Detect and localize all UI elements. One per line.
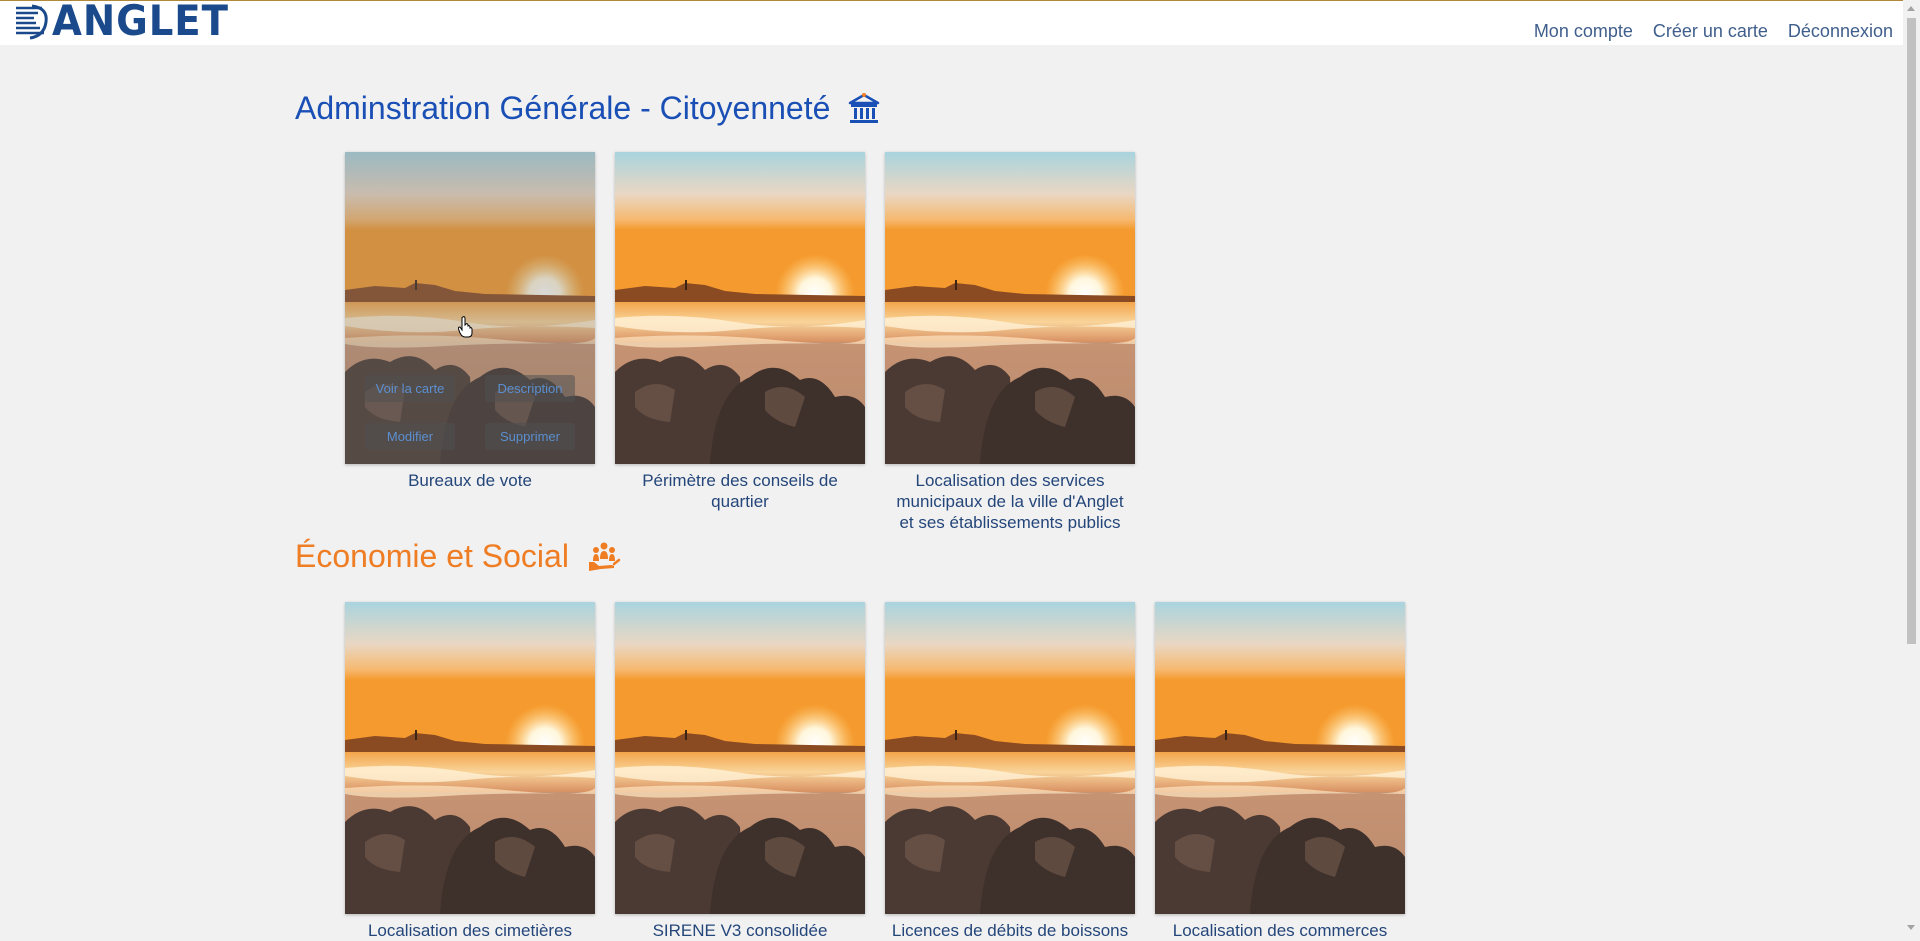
logo[interactable]: ANGLET — [12, 0, 244, 45]
community-hand-icon — [587, 540, 621, 574]
scrollbar-thumb[interactable] — [1907, 18, 1916, 644]
map-thumbnail[interactable] — [1155, 602, 1405, 914]
map-thumbnail[interactable]: Voir la carte Description Modifier Suppr… — [345, 152, 595, 464]
nav-my-account[interactable]: Mon compte — [1534, 21, 1633, 42]
map-thumbnail[interactable] — [885, 152, 1135, 464]
edit-button[interactable]: Modifier — [365, 423, 455, 450]
top-bar: ANGLET Mon compte Créer un carte Déconne… — [0, 0, 1920, 45]
description-button[interactable]: Description — [485, 375, 575, 402]
scroll-up-icon[interactable] — [1907, 6, 1915, 11]
scroll-down-icon[interactable] — [1907, 925, 1915, 930]
map-thumbnail[interactable] — [615, 602, 865, 914]
map-card-caption: SIRENE V3 consolidée — [652, 921, 828, 940]
view-map-button[interactable]: Voir la carte — [365, 375, 455, 402]
map-card-commerces[interactable]: Localisation des commerces — [1155, 602, 1405, 941]
map-card-conseils-de-quartier[interactable]: Périmètre des conseils de quartier — [615, 152, 865, 512]
government-building-icon — [848, 92, 880, 126]
map-thumbnail[interactable] — [615, 152, 865, 464]
map-card-caption: Bureaux de vote — [408, 471, 532, 490]
delete-button[interactable]: Supprimer — [485, 423, 575, 450]
map-card-licences-debits-boissons[interactable]: Licences de débits de boissons — [885, 602, 1135, 941]
section-title-text: Adminstration Générale - Citoyenneté — [295, 90, 831, 126]
section-title-administration: Adminstration Générale - Citoyenneté — [295, 90, 880, 127]
logo-text: ANGLET — [52, 0, 229, 45]
nav-logout[interactable]: Déconnexion — [1788, 21, 1893, 42]
map-card-caption: Périmètre des conseils de quartier — [642, 471, 838, 511]
logo-emblem-icon — [14, 4, 48, 40]
hand-pointer-icon — [458, 316, 473, 338]
map-card-cimetieres[interactable]: Localisation des cimetières — [345, 602, 595, 941]
map-card-caption: Localisation des cimetières — [367, 921, 573, 940]
map-card-sirene[interactable]: SIRENE V3 consolidée — [615, 602, 865, 941]
map-card-caption: Localisation des commerces — [1172, 921, 1388, 940]
map-card-caption: Licences de débits de boissons — [891, 921, 1129, 940]
vertical-scrollbar[interactable] — [1903, 0, 1920, 936]
map-card-services-municipaux[interactable]: Localisation des services municipaux de … — [885, 152, 1135, 533]
map-card-caption: Localisation des services municipaux de … — [896, 471, 1124, 532]
map-thumbnail[interactable] — [885, 602, 1135, 914]
card-actions-overlay: Voir la carte Description Modifier Suppr… — [345, 152, 595, 464]
section-title-economie-social: Économie et Social — [295, 538, 621, 575]
section-title-text: Économie et Social — [295, 538, 569, 574]
top-navigation: Mon compte Créer un carte Déconnexion — [1534, 21, 1893, 42]
nav-create-map[interactable]: Créer un carte — [1653, 21, 1768, 42]
map-thumbnail[interactable] — [345, 602, 595, 914]
